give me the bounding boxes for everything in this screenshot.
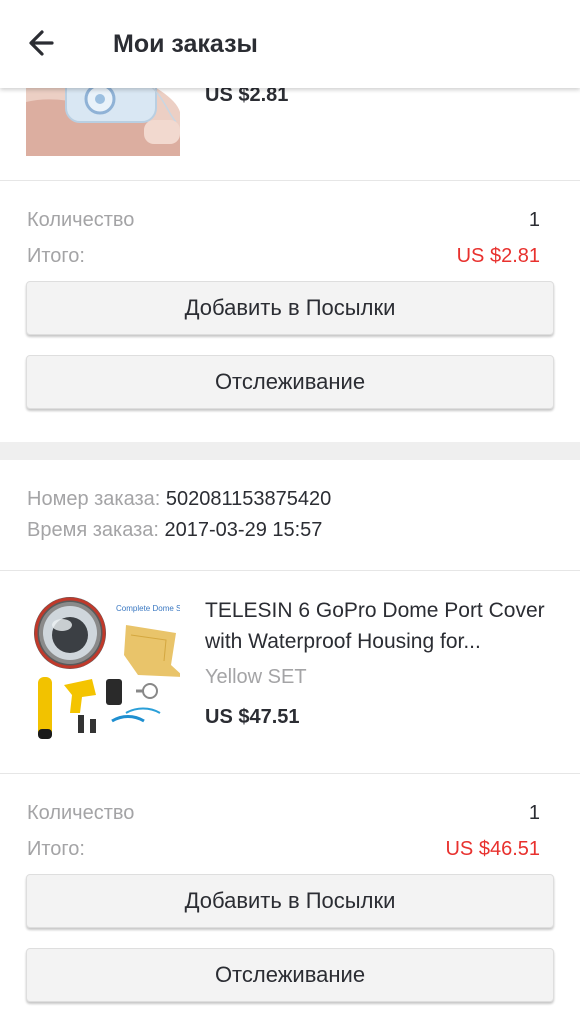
divider: [0, 773, 580, 774]
total-label: Итого:: [27, 245, 85, 267]
add-to-parcels-button[interactable]: Добавить в Посылки: [26, 281, 554, 335]
tracking-button[interactable]: Отслеживание: [26, 355, 554, 409]
product-photo-dome-set: Complete Dome Set: [26, 595, 180, 749]
quantity-label: Количество: [27, 802, 135, 824]
order-time: Время заказа: 2017-03-29 15:57: [27, 519, 322, 542]
arrow-left-icon: [29, 30, 54, 56]
tracking-button[interactable]: Отслеживание: [26, 948, 554, 1002]
product-image-2[interactable]: Complete Dome Set: [26, 595, 180, 749]
divider: [0, 180, 580, 181]
quantity-value: 1: [528, 209, 540, 231]
product-title-line-1: TELESIN 6 GoPro Dome Port Cover: [205, 599, 545, 622]
page-title: Мои заказы: [113, 30, 258, 58]
quantity-value: 1: [528, 802, 540, 824]
order-card-2: Номер заказа: 502081153875420 Время зака…: [0, 460, 580, 1030]
order-time-value: 2017-03-29 15:57: [164, 519, 323, 541]
divider: [0, 570, 580, 571]
back-button[interactable]: [22, 26, 66, 62]
product-title[interactable]: TELESIN 6 GoPro Dome Port Cover with Wat…: [205, 595, 555, 657]
product-variant: Yellow SET: [205, 666, 307, 688]
total-value: US $2.81: [456, 245, 540, 267]
quantity-label: Количество: [27, 209, 135, 231]
order-number-value: 502081153875420: [165, 488, 332, 510]
order-number-label: Номер заказа:: [27, 488, 161, 510]
orders-screen: Мои заказы US $2.81 Количество 1 Итого: …: [0, 0, 580, 1030]
add-to-parcels-button[interactable]: Добавить в Посылки: [26, 874, 554, 928]
order-time-label: Время заказа:: [27, 519, 159, 541]
order-number: Номер заказа: 502081153875420: [27, 488, 331, 511]
total-value: US $46.51: [445, 838, 540, 860]
item-price-2: US $47.51: [205, 706, 300, 728]
image-caption: Complete Dome Set: [116, 604, 180, 613]
product-title-line-2: with Waterproof Housing for...: [205, 630, 481, 653]
app-bar: Мои заказы: [0, 0, 580, 88]
total-label: Итого:: [27, 838, 85, 860]
